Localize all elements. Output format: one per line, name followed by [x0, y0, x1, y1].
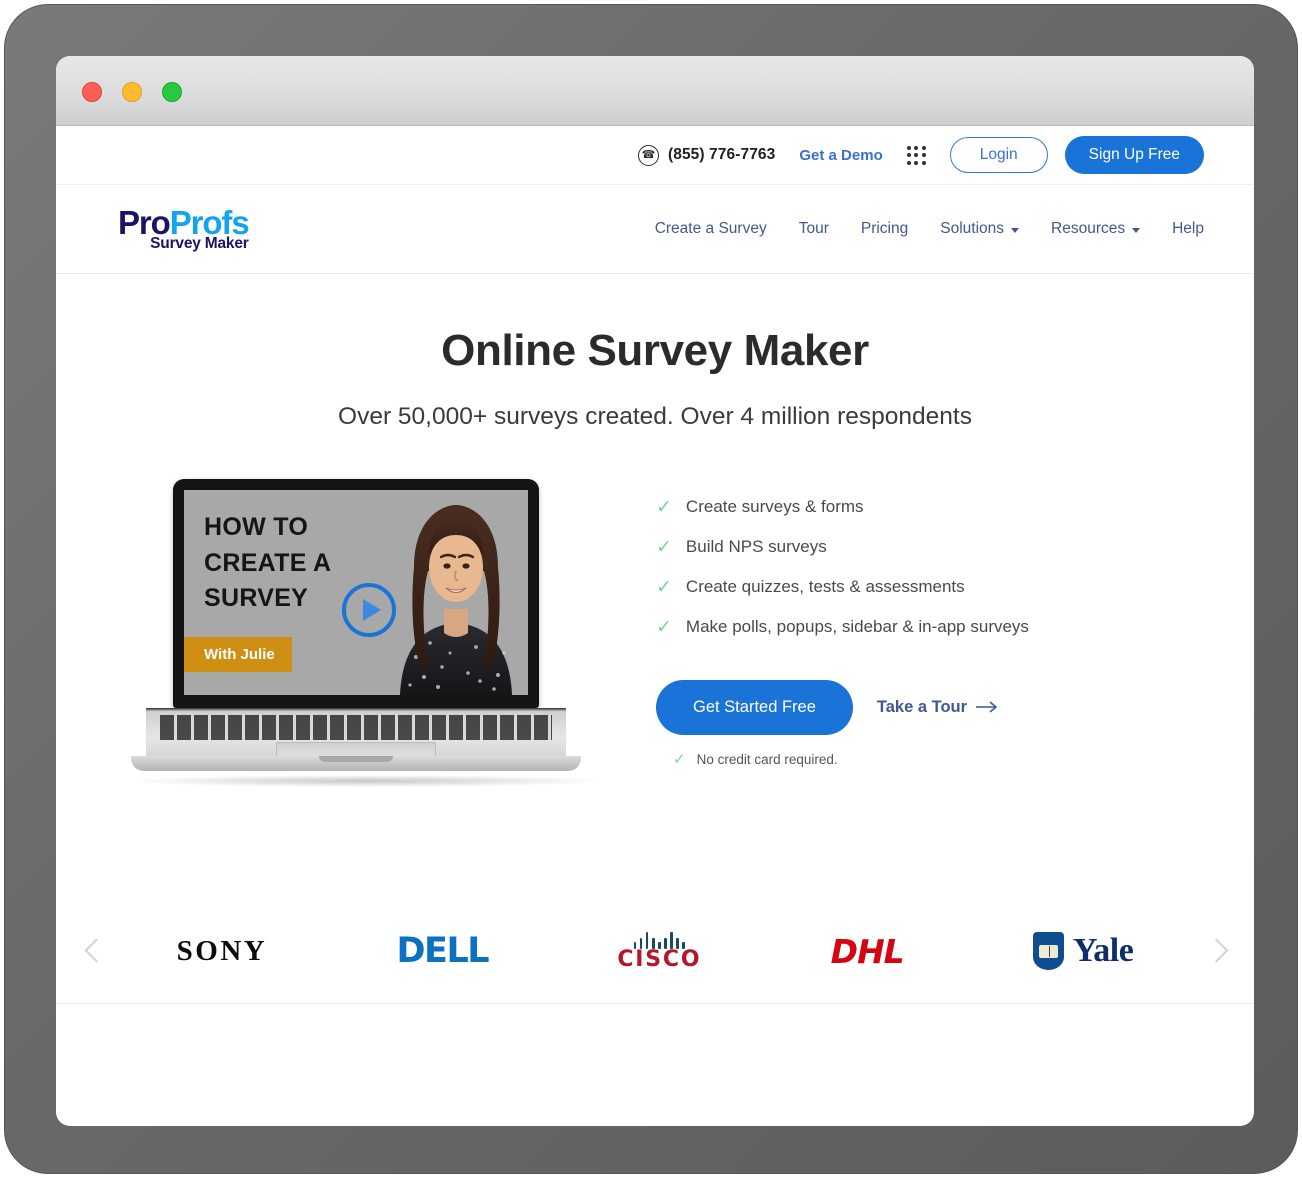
get-a-demo-link[interactable]: Get a Demo [799, 147, 882, 164]
hero-section: Online Survey Maker Over 50,000+ surveys… [56, 274, 1254, 431]
page-footer-space [56, 1004, 1254, 1084]
nav-item-resources[interactable]: Resources [1051, 220, 1141, 238]
nav-item-pricing[interactable]: Pricing [861, 220, 908, 238]
presenter-badge: With Julie [184, 637, 292, 672]
presenter-photo [380, 497, 528, 695]
cisco-bars-icon [617, 931, 701, 949]
laptop-shadow [131, 775, 601, 787]
logo-strip: SONY DELL CISCO DHL Yale [112, 921, 1198, 981]
video-title-line-2: CREATE A [204, 548, 332, 577]
nav-label: Help [1172, 220, 1204, 237]
check-icon: ✓ [656, 616, 672, 638]
video-column: HOW TO CREATE A SURVEY With Julie [56, 479, 656, 787]
laptop-trackpad [276, 742, 436, 756]
check-icon: ✓ [656, 496, 672, 518]
list-item: ✓ Create surveys & forms [656, 497, 1254, 517]
utility-bar: ☎ (855) 776-7763 Get a Demo Login Sign U… [56, 126, 1254, 185]
features-column: ✓ Create surveys & forms ✓ Build NPS sur… [656, 479, 1254, 767]
get-started-free-button[interactable]: Get Started Free [656, 680, 853, 735]
main-navigation: Create a Survey Tour Pricing Solutions R… [655, 220, 1204, 238]
phone-icon: ☎ [637, 144, 659, 166]
sony-logo-text: SONY [176, 934, 268, 967]
laptop-lid: HOW TO CREATE A SURVEY With Julie [173, 479, 539, 708]
cta-row: Get Started Free Take a Tour [656, 680, 1254, 735]
yale-logo-mark: Yale [1033, 932, 1134, 970]
play-icon [362, 599, 381, 621]
video-title-line-3: SURVEY [204, 584, 309, 612]
list-item: ✓ Build NPS surveys [656, 537, 1254, 557]
nav-label: Solutions [940, 220, 1005, 237]
check-icon: ✓ [673, 750, 686, 768]
proprofs-logo[interactable]: ProProfs Survey Maker [66, 206, 250, 252]
yale-shield-icon [1033, 932, 1064, 970]
phone-number: (855) 776-7763 [667, 146, 776, 163]
login-button[interactable]: Login [949, 137, 1048, 173]
logo-dell: DELL [396, 921, 490, 981]
list-item: ✓ Make polls, popups, sidebar & in-app s… [656, 617, 1254, 637]
device-frame: ☎ (855) 776-7763 Get a Demo Login Sign U… [4, 4, 1298, 1174]
take-a-tour-link[interactable]: Take a Tour [877, 698, 998, 717]
dell-logo-text: DELL [396, 931, 490, 971]
chevron-down-icon [1132, 227, 1141, 233]
no-credit-card-note: ✓ No credit card required. [656, 752, 1254, 767]
nav-label: Create a Survey [654, 220, 767, 237]
nav-label: Pricing [860, 220, 909, 237]
nav-label: Tour [798, 220, 829, 237]
laptop-mockup: HOW TO CREATE A SURVEY With Julie [131, 479, 601, 787]
chevron-down-icon [1011, 227, 1020, 233]
check-icon: ✓ [656, 536, 672, 558]
nav-item-solutions[interactable]: Solutions [940, 220, 1020, 238]
nav-item-tour[interactable]: Tour [799, 220, 829, 238]
arrow-right-icon [976, 701, 998, 713]
nav-item-create-a-survey[interactable]: Create a Survey [655, 220, 767, 238]
video-title-overlay: HOW TO CREATE A SURVEY [204, 510, 331, 617]
logo-sony: SONY [177, 921, 268, 981]
take-a-tour-label: Take a Tour [876, 697, 968, 716]
dhl-logo-text: DHL [830, 931, 905, 971]
laptop-notch [319, 756, 393, 762]
feature-label: Create quizzes, tests & assessments [685, 577, 965, 596]
browser-titlebar [56, 56, 1254, 126]
chevron-right-icon[interactable] [1198, 934, 1232, 968]
video-thumbnail[interactable]: HOW TO CREATE A SURVEY With Julie [184, 490, 528, 695]
check-icon: ✓ [656, 576, 672, 598]
play-video-button[interactable] [342, 583, 396, 637]
chevron-left-icon[interactable] [78, 934, 112, 968]
site-header: ProProfs Survey Maker Create a Survey To… [56, 185, 1254, 274]
keyboard-keys [160, 715, 552, 740]
browser-window: ☎ (855) 776-7763 Get a Demo Login Sign U… [56, 56, 1254, 1126]
yale-book-icon [1039, 944, 1058, 958]
minimize-window-button[interactable] [122, 82, 142, 102]
phone-block[interactable]: ☎ (855) 776-7763 [637, 144, 776, 166]
logo-cisco: CISCO [617, 921, 701, 981]
no-credit-card-label: No credit card required. [696, 751, 838, 767]
nav-label: Resources [1051, 220, 1126, 237]
feature-list: ✓ Create surveys & forms ✓ Build NPS sur… [656, 497, 1254, 637]
logo-yale: Yale [1033, 921, 1134, 981]
signup-button[interactable]: Sign Up Free [1064, 136, 1204, 174]
hero-body: HOW TO CREATE A SURVEY With Julie ✓ Crea… [56, 431, 1254, 787]
window-controls [82, 82, 182, 102]
list-item: ✓ Create quizzes, tests & assessments [656, 577, 1254, 597]
cisco-logo-mark: CISCO [617, 931, 702, 972]
customer-logo-carousel: SONY DELL CISCO DHL Yale [56, 899, 1254, 1003]
feature-label: Make polls, popups, sidebar & in-app sur… [685, 617, 1029, 636]
maximize-window-button[interactable] [162, 82, 182, 102]
page-title: Online Survey Maker [441, 326, 869, 375]
cisco-logo-text: CISCO [617, 946, 702, 972]
laptop-keyboard [146, 708, 566, 756]
yale-logo-text: Yale [1073, 932, 1134, 969]
logo-dhl: DHL [830, 921, 905, 981]
close-window-button[interactable] [82, 82, 102, 102]
feature-label: Build NPS surveys [685, 537, 827, 556]
grid-apps-icon[interactable] [906, 145, 926, 165]
hero-subtitle: Over 50,000+ surveys created. Over 4 mil… [338, 403, 972, 430]
video-title-line-1: HOW TO [204, 513, 309, 541]
feature-label: Create surveys & forms [685, 497, 864, 516]
laptop-base [131, 756, 581, 771]
nav-item-help[interactable]: Help [1172, 220, 1204, 238]
